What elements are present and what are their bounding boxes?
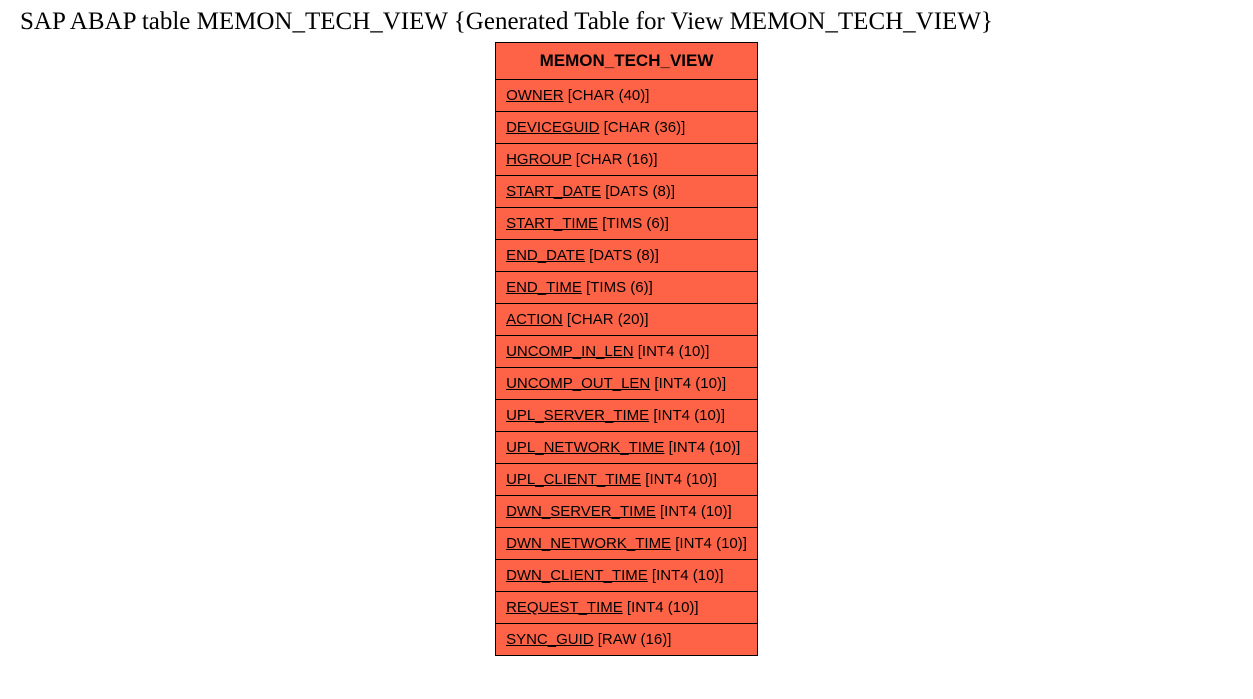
field-type: [INT4 (10)] [641,471,717,488]
field-cell: ACTION [CHAR (20)] [496,304,758,336]
field-cell: END_TIME [TIMS (6)] [496,272,758,304]
field-cell: SYNC_GUID [RAW (16)] [496,624,758,656]
field-type: [INT4 (10)] [634,343,710,360]
field-name-link[interactable]: OWNER [506,87,564,104]
field-cell: UNCOMP_IN_LEN [INT4 (10)] [496,336,758,368]
field-type: [RAW (16)] [594,631,672,648]
field-name-link[interactable]: UPL_NETWORK_TIME [506,439,664,456]
field-name-link[interactable]: ACTION [506,311,563,328]
table-row: ACTION [CHAR (20)] [496,304,758,336]
table-row: END_TIME [TIMS (6)] [496,272,758,304]
table-row: DEVICEGUID [CHAR (36)] [496,112,758,144]
field-type: [CHAR (36)] [599,119,685,136]
table-header: MEMON_TECH_VIEW [496,43,758,80]
table-row: OWNER [CHAR (40)] [496,80,758,112]
field-cell: OWNER [CHAR (40)] [496,80,758,112]
field-type: [DATS (8)] [601,183,675,200]
field-cell: DWN_NETWORK_TIME [INT4 (10)] [496,528,758,560]
field-cell: REQUEST_TIME [INT4 (10)] [496,592,758,624]
field-type: [TIMS (6)] [598,215,669,232]
field-type: [INT4 (10)] [649,407,725,424]
field-name-link[interactable]: REQUEST_TIME [506,599,623,616]
field-name-link[interactable]: DWN_NETWORK_TIME [506,535,671,552]
table-body: OWNER [CHAR (40)]DEVICEGUID [CHAR (36)]H… [496,80,758,656]
table-row: REQUEST_TIME [INT4 (10)] [496,592,758,624]
schema-table: MEMON_TECH_VIEW OWNER [CHAR (40)]DEVICEG… [495,42,758,656]
field-name-link[interactable]: DEVICEGUID [506,119,599,136]
field-cell: UPL_CLIENT_TIME [INT4 (10)] [496,464,758,496]
field-name-link[interactable]: UNCOMP_OUT_LEN [506,375,650,392]
field-cell: UPL_SERVER_TIME [INT4 (10)] [496,400,758,432]
field-name-link[interactable]: UNCOMP_IN_LEN [506,343,634,360]
field-name-link[interactable]: DWN_CLIENT_TIME [506,567,648,584]
table-row: START_DATE [DATS (8)] [496,176,758,208]
field-type: [INT4 (10)] [648,567,724,584]
field-type: [CHAR (16)] [572,151,658,168]
field-name-link[interactable]: HGROUP [506,151,572,168]
field-name-link[interactable]: UPL_CLIENT_TIME [506,471,641,488]
field-type: [INT4 (10)] [623,599,699,616]
field-cell: DWN_CLIENT_TIME [INT4 (10)] [496,560,758,592]
field-name-link[interactable]: UPL_SERVER_TIME [506,407,649,424]
table-row: START_TIME [TIMS (6)] [496,208,758,240]
field-name-link[interactable]: END_TIME [506,279,582,296]
field-cell: START_TIME [TIMS (6)] [496,208,758,240]
field-type: [INT4 (10)] [656,503,732,520]
field-type: [INT4 (10)] [664,439,740,456]
table-row: UPL_NETWORK_TIME [INT4 (10)] [496,432,758,464]
field-name-link[interactable]: END_DATE [506,247,585,264]
table-row: UPL_CLIENT_TIME [INT4 (10)] [496,464,758,496]
table-row: DWN_CLIENT_TIME [INT4 (10)] [496,560,758,592]
field-cell: END_DATE [DATS (8)] [496,240,758,272]
field-type: [CHAR (40)] [564,87,650,104]
field-cell: DWN_SERVER_TIME [INT4 (10)] [496,496,758,528]
page-title: SAP ABAP table MEMON_TECH_VIEW {Generate… [0,0,1253,42]
table-row: DWN_SERVER_TIME [INT4 (10)] [496,496,758,528]
table-row: END_DATE [DATS (8)] [496,240,758,272]
table-row: DWN_NETWORK_TIME [INT4 (10)] [496,528,758,560]
field-type: [INT4 (10)] [671,535,747,552]
table-row: UPL_SERVER_TIME [INT4 (10)] [496,400,758,432]
table-row: UNCOMP_IN_LEN [INT4 (10)] [496,336,758,368]
field-name-link[interactable]: START_TIME [506,215,598,232]
field-name-link[interactable]: START_DATE [506,183,601,200]
field-type: [INT4 (10)] [650,375,726,392]
field-name-link[interactable]: SYNC_GUID [506,631,594,648]
field-cell: UPL_NETWORK_TIME [INT4 (10)] [496,432,758,464]
field-type: [CHAR (20)] [563,311,649,328]
table-container: MEMON_TECH_VIEW OWNER [CHAR (40)]DEVICEG… [0,42,1253,656]
field-type: [DATS (8)] [585,247,659,264]
field-type: [TIMS (6)] [582,279,653,296]
table-row: UNCOMP_OUT_LEN [INT4 (10)] [496,368,758,400]
field-cell: DEVICEGUID [CHAR (36)] [496,112,758,144]
field-cell: UNCOMP_OUT_LEN [INT4 (10)] [496,368,758,400]
field-cell: HGROUP [CHAR (16)] [496,144,758,176]
table-row: SYNC_GUID [RAW (16)] [496,624,758,656]
field-name-link[interactable]: DWN_SERVER_TIME [506,503,656,520]
table-row: HGROUP [CHAR (16)] [496,144,758,176]
field-cell: START_DATE [DATS (8)] [496,176,758,208]
